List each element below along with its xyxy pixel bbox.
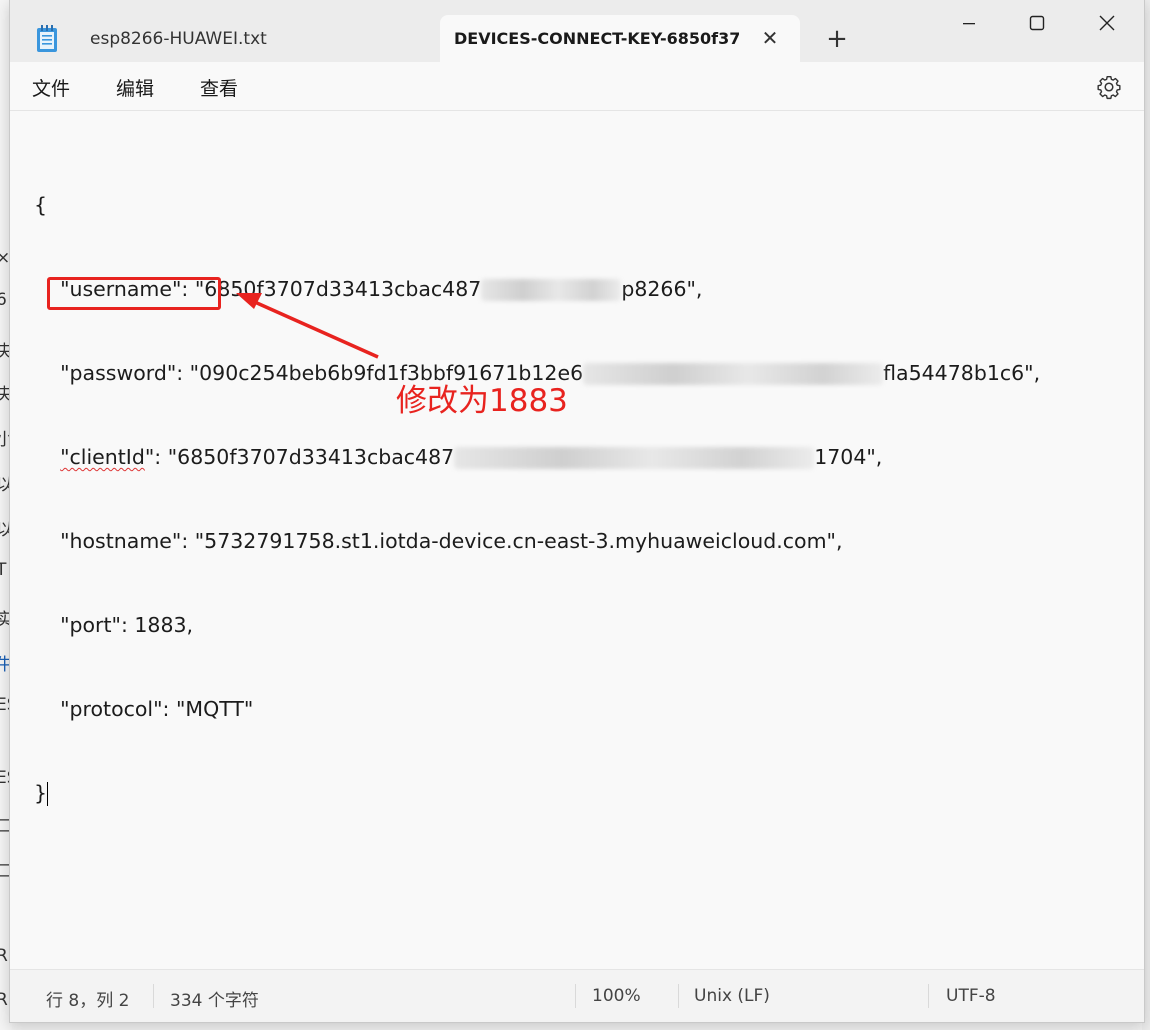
code-text: "protocol": "MQTT" bbox=[60, 697, 254, 721]
close-tab-icon[interactable]: ✕ bbox=[758, 26, 782, 50]
code-line: } bbox=[34, 779, 1040, 807]
title-bar: esp8266-HUAWEI.txt DEVICES-CONNECT-KEY-6… bbox=[10, 0, 1144, 62]
code-text: ": "6850f3707d33413cbac487 bbox=[144, 445, 455, 469]
bg-char: R bbox=[0, 946, 8, 966]
notepad-window: esp8266-HUAWEI.txt DEVICES-CONNECT-KEY-6… bbox=[9, 0, 1145, 1023]
bg-char: R bbox=[0, 990, 8, 1010]
maximize-icon bbox=[1029, 15, 1045, 31]
status-bar: 行 8，列 2 334 个字符 100% Unix (LF) UTF-8 bbox=[10, 969, 1144, 1022]
notepad-icon bbox=[36, 24, 58, 53]
zoom-level[interactable]: 100% bbox=[592, 986, 641, 1006]
maximize-button[interactable] bbox=[1014, 8, 1060, 38]
annotation-arrow-icon bbox=[236, 293, 379, 359]
settings-button[interactable] bbox=[1096, 74, 1122, 100]
code-text: fla54478b1c6", bbox=[883, 361, 1041, 385]
new-tab-button[interactable]: + bbox=[822, 24, 852, 54]
tab-devices-connect-key[interactable]: DEVICES-CONNECT-KEY-6850f370 ✕ bbox=[440, 15, 800, 62]
status-divider bbox=[928, 984, 929, 1008]
code-text: "clientId bbox=[60, 445, 145, 469]
redacted-blur bbox=[454, 447, 815, 469]
line-ending[interactable]: Unix (LF) bbox=[694, 986, 770, 1006]
close-window-button[interactable] bbox=[1084, 8, 1130, 38]
bg-char: T bbox=[0, 560, 7, 580]
text-editor[interactable]: { "username": "6850f3707d33413cbac487 p82… bbox=[10, 111, 1144, 970]
minimize-icon bbox=[963, 23, 975, 25]
encoding[interactable]: UTF-8 bbox=[946, 986, 996, 1006]
cursor-position: 行 8，列 2 bbox=[46, 991, 130, 1011]
redacted-blur bbox=[481, 279, 622, 301]
tab-esp8266[interactable]: esp8266-HUAWEI.txt bbox=[28, 15, 428, 62]
code-line: "hostname": "5732791758.st1.iotda-device… bbox=[34, 527, 1040, 555]
tab-label: esp8266-HUAWEI.txt bbox=[90, 28, 267, 49]
code-text: "hostname": "5732791758.st1.iotda-device… bbox=[60, 529, 843, 553]
code-text: 1704", bbox=[814, 445, 883, 469]
minimize-button[interactable] bbox=[946, 8, 992, 38]
close-icon bbox=[1099, 15, 1115, 31]
menu-view[interactable]: 查看 bbox=[200, 74, 238, 101]
code-line: "clientId": "6850f3707d33413cbac487 1704"… bbox=[34, 443, 1040, 471]
menu-file[interactable]: 文件 bbox=[32, 74, 70, 101]
char-count: 334 个字符 bbox=[170, 991, 259, 1011]
tab-label: DEVICES-CONNECT-KEY-6850f370 bbox=[454, 29, 739, 48]
menu-edit[interactable]: 编辑 bbox=[116, 74, 154, 101]
code-line: "protocol": "MQTT" bbox=[34, 695, 1040, 723]
code-line: "port": 1883, bbox=[34, 611, 1040, 639]
code-text: p8266", bbox=[621, 277, 703, 301]
gear-icon bbox=[1097, 76, 1121, 100]
text-caret bbox=[47, 782, 49, 806]
annotation-text: 修改为1883 bbox=[396, 383, 568, 419]
bg-char: 6 bbox=[0, 290, 7, 310]
status-divider bbox=[575, 984, 576, 1008]
code-text-port: "port": 1883, bbox=[60, 613, 194, 637]
menu-bar: 文件 编辑 查看 bbox=[10, 62, 1144, 111]
status-divider bbox=[678, 984, 679, 1008]
code-text: } bbox=[34, 781, 48, 805]
redacted-blur bbox=[583, 363, 884, 385]
status-divider bbox=[153, 984, 154, 1008]
